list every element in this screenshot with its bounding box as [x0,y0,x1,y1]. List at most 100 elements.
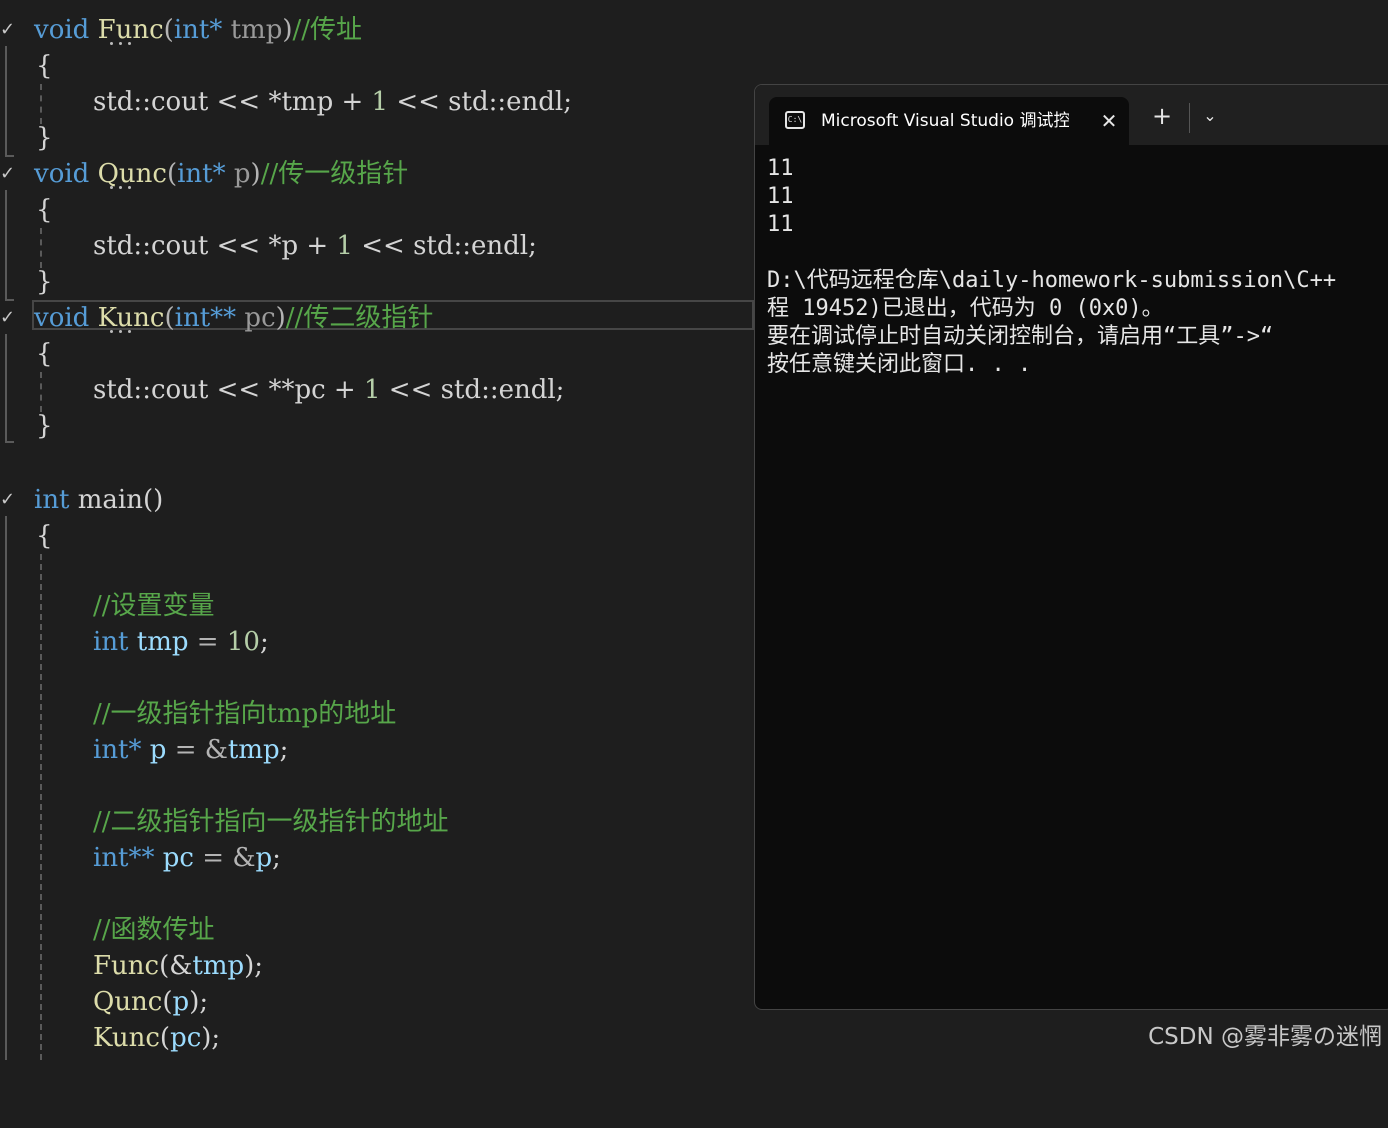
chevron-down-icon[interactable]: ⌄ [1195,101,1225,131]
paren: ( [166,159,178,189]
tab-separator [1189,103,1190,133]
console-output[interactable]: 11 11 11 D:\代码远程仓库\daily-homework-submis… [767,155,1388,1009]
keyword: int [93,627,129,657]
new-tab-button[interactable]: + [1147,101,1177,131]
argument: tmp [192,951,245,981]
semicolon: ; [279,735,289,765]
suggestion-dots-icon[interactable] [108,186,134,194]
param-name: pc [236,303,276,333]
terminal-tab-bar: C:\ Microsoft Visual Studio 调试控制台 ✕ + ⌄ [755,85,1388,145]
console-icon: C:\ [785,111,805,129]
function-name: Func [97,15,164,45]
code-line[interactable]: std::cout << *tmp + 1 << std::endl; [0,84,572,120]
param-type: int** [174,303,237,333]
brace: } [36,123,53,153]
statement: std::cout << *p + [93,231,337,261]
param-type: int* [177,159,226,189]
indent-guide-main [40,554,42,1060]
paren: ) [250,159,261,189]
code-line[interactable]: Kunc(pc); [0,1020,220,1056]
function-signature: main() [69,485,164,515]
number-literal: 1 [363,375,381,405]
code-line[interactable]: Qunc(p); [0,984,208,1020]
code-line[interactable]: int tmp = 10; [0,624,269,660]
code-line[interactable]: void Func(int* tmp)//传址 [0,12,362,48]
keyword: int* [93,735,142,765]
comment: //传二级指针 [285,303,434,333]
function-call: Func [93,951,160,981]
paren: ) [275,303,286,333]
code-line[interactable]: Func(&tmp); [0,948,263,984]
brace: { [36,521,53,551]
number-literal: 1 [371,87,389,117]
argument: pc [170,1023,202,1053]
paren: ( [159,1023,171,1053]
paren: ( [163,15,174,45]
variable: p [255,843,273,873]
operator: = & [194,843,256,873]
paren: ( [162,987,173,1017]
keyword: void [34,15,90,45]
tab-title: Microsoft Visual Studio 调试控制台 [821,111,1069,131]
output-line: D:\代码远程仓库\daily-homework-submission\C++ [767,268,1337,293]
indent-guide-qunc [40,228,42,268]
statement: std::cout << *tmp + [93,87,372,117]
param-type: int* [173,15,223,45]
comment: //二级指针指向一级指针的地址 [93,807,449,837]
output-line: 11 [767,184,794,209]
indent-guide-kunc [40,372,42,412]
statement: << std::endl; [352,231,537,261]
semicolon: ; [259,627,269,657]
code-line[interactable]: void Kunc(int** pc)//传二级指针 [0,300,433,336]
suggestion-dots-icon[interactable] [108,330,134,338]
variable: tmp [128,627,189,657]
keyword: void [34,159,90,189]
paren: ) [282,15,293,45]
comment: //传一级指针 [260,159,409,189]
code-line[interactable]: int** pc = &p; [0,840,281,876]
argument: p [172,987,190,1017]
code-line[interactable]: void Qunc(int* p)//传一级指针 [0,156,408,192]
keyword: int [34,485,70,515]
statement: << std::endl; [380,375,565,405]
code-line[interactable]: std::cout << *p + 1 << std::endl; [0,228,537,264]
paren: ( [164,303,175,333]
comment: //设置变量 [93,591,215,621]
brace: { [36,195,53,225]
code-line[interactable]: int main() [0,482,163,518]
statement: << std::endl; [388,87,572,117]
number-literal: 10 [226,627,260,657]
indent-guide-func [40,84,42,124]
suggestion-dots-icon[interactable] [108,42,134,50]
code-line[interactable]: int* p = &tmp; [0,732,288,768]
function-name: Kunc [97,303,165,333]
output-line: 11 [767,212,794,237]
brace: } [36,411,53,441]
keyword: void [34,303,90,333]
paren: (& [159,951,193,981]
code-line[interactable]: std::cout << **pc + 1 << std::endl; [0,372,564,408]
output-line: 要在调试停止时自动关闭控制台，请启用“工具”->“ [767,324,1274,349]
number-literal: 1 [336,231,353,261]
param-name: p [225,159,251,189]
output-line: 程 19452)已退出，代码为 0 (0x0)。 [767,296,1164,321]
output-line: 11 [767,156,794,181]
comment: //函数传址 [93,915,215,945]
keyword: int** [93,843,155,873]
comment: //传址 [292,15,363,45]
brace: { [36,339,53,369]
semicolon: ; [272,843,281,873]
watermark: CSDN @雾非雾の迷惘 [1148,1024,1382,1050]
variable: pc [154,843,194,873]
close-tab-icon[interactable]: ✕ [1095,107,1123,135]
operator: = [188,627,227,657]
output-line: 按任意键关闭此窗口. . . [767,352,1032,377]
paren: ); [244,951,264,981]
comment: //一级指针指向tmp的地址 [93,699,397,729]
function-call: Kunc [93,1023,160,1053]
debug-console-window[interactable]: C:\ Microsoft Visual Studio 调试控制台 ✕ + ⌄ … [754,84,1388,1010]
terminal-tab[interactable]: C:\ Microsoft Visual Studio 调试控制台 ✕ [769,97,1129,145]
brace: } [36,267,53,297]
variable: p [141,735,167,765]
